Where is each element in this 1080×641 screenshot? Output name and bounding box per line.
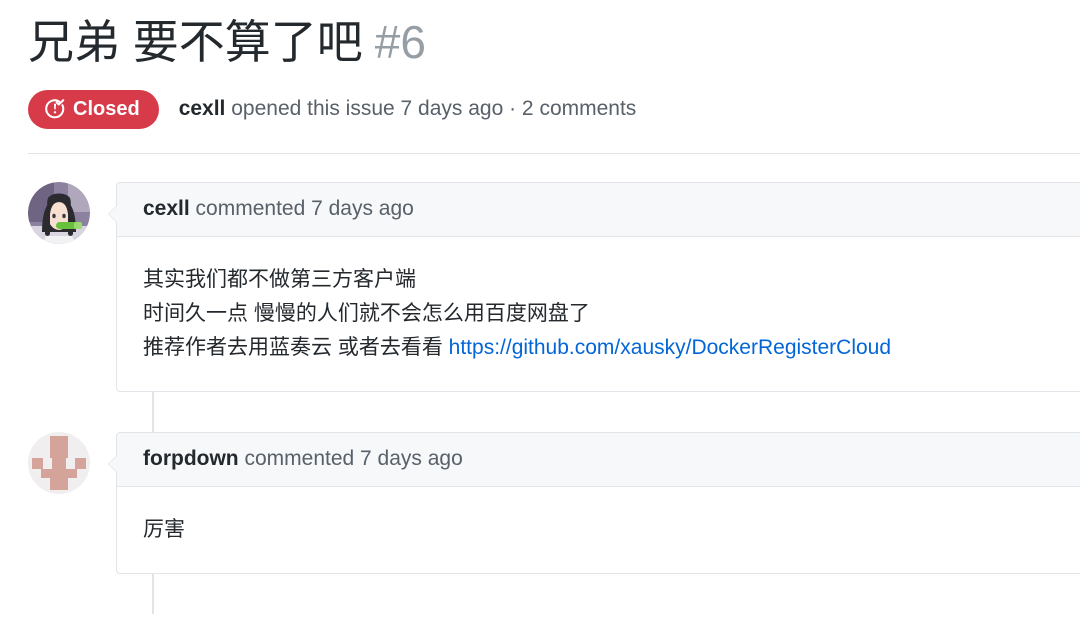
comment-line: 其实我们都不做第三方客户端 — [143, 267, 416, 291]
avatar[interactable] — [28, 431, 90, 494]
comment-line: 时间久一点 慢慢的人们就不会怎么用百度网盘了 — [143, 301, 590, 325]
issue-meta-row: Closed cexll opened this issue 7 days ag… — [28, 89, 1080, 129]
issue-author[interactable]: cexll — [179, 97, 226, 120]
comment-header: cexll commented 7 days ago — [117, 182, 1080, 237]
status-badge[interactable]: Closed — [28, 89, 159, 129]
avatar[interactable] — [28, 181, 90, 244]
comment-header: forpdown commented 7 days ago — [117, 432, 1080, 487]
comment-body: 其实我们都不做第三方客户端 时间久一点 慢慢的人们就不会怎么用百度网盘了 推荐作… — [117, 237, 1080, 391]
external-link[interactable]: https://github.com/xausky/DockerRegister… — [449, 336, 891, 359]
status-badge-label: Closed — [73, 97, 140, 120]
comment-action: commented 7 days ago — [238, 446, 463, 470]
comment-action: commented 7 days ago — [189, 196, 414, 220]
comment-line: 推荐作者去用蓝奏云 或者去看看 https://github.com/xausk… — [143, 331, 1080, 365]
issue-meta-detail: opened this issue 7 days ago · 2 comment… — [225, 97, 637, 120]
page-title: 兄弟 要不算了吧 — [28, 16, 363, 68]
comment-author[interactable]: forpdown — [143, 447, 239, 470]
comment-author[interactable]: cexll — [143, 197, 190, 220]
comment-item: cexll commented 7 days ago 其实我们都不做第三方客户端… — [28, 181, 1080, 392]
comment-line: 厉害 — [143, 517, 185, 541]
issue-meta: cexll opened this issue 7 days ago · 2 c… — [179, 97, 637, 121]
comment-item: forpdown commented 7 days ago 厉害 — [28, 431, 1080, 574]
issue-number: #6 — [374, 16, 426, 68]
comment-box: forpdown commented 7 days ago 厉害 — [108, 431, 1080, 574]
issue-closed-icon — [44, 98, 66, 120]
identicon-avatar — [28, 431, 90, 494]
header-divider — [28, 152, 1080, 154]
issue-header: 兄弟 要不算了吧 #6 Closed cexll opened this iss… — [28, 0, 1080, 154]
issue-title-row: 兄弟 要不算了吧 #6 — [28, 14, 1080, 72]
comment-timeline: cexll commented 7 days ago 其实我们都不做第三方客户端… — [28, 181, 1080, 614]
comment-line-text: 推荐作者去用蓝奏云 或者去看看 — [143, 335, 449, 359]
comment-box: cexll commented 7 days ago 其实我们都不做第三方客户端… — [108, 181, 1080, 392]
anime-avatar-image — [28, 181, 90, 244]
comment-body: 厉害 — [117, 487, 1080, 573]
issue-page: 兄弟 要不算了吧 #6 Closed cexll opened this iss… — [0, 0, 1080, 641]
